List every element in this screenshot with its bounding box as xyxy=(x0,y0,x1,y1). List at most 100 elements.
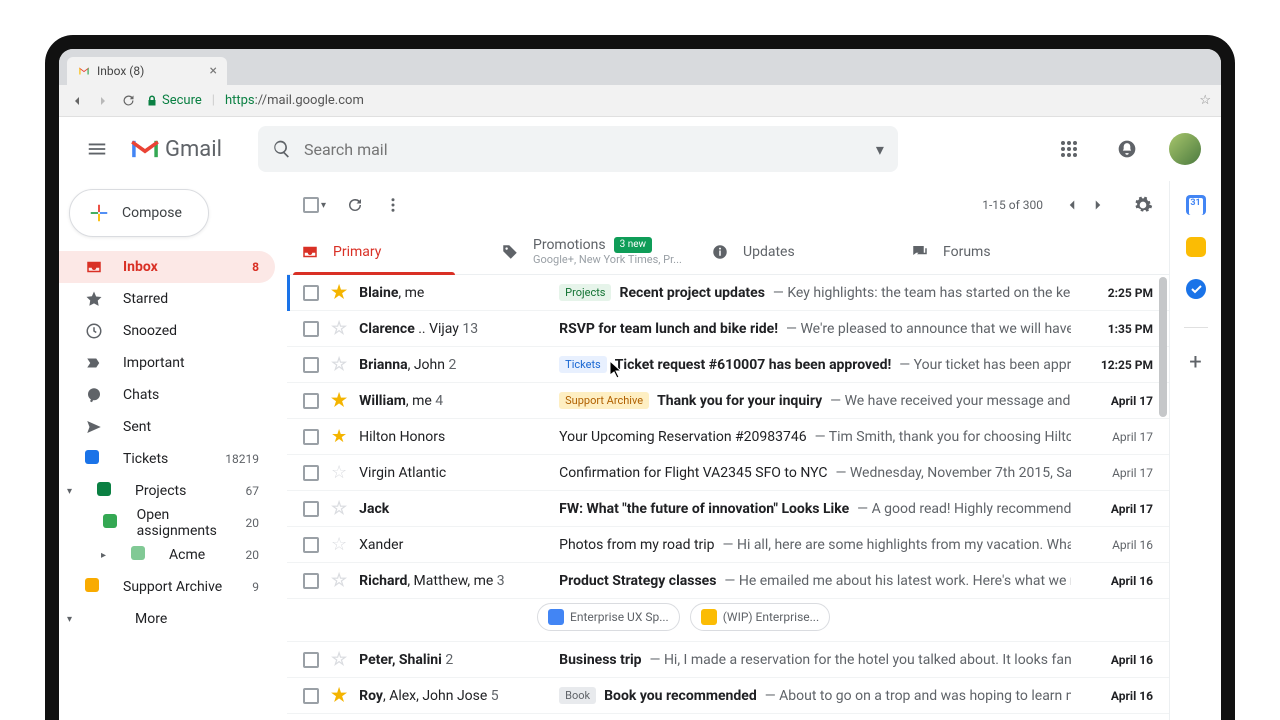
subject-cell: Business tripHi, I made a reservation fo… xyxy=(559,652,1071,668)
sidebar-item-tickets[interactable]: Tickets18219 xyxy=(59,443,275,475)
attachment-chip[interactable]: Enterprise UX Sp... xyxy=(537,603,680,631)
star-icon[interactable]: ☆ xyxy=(331,354,347,375)
settings-icon[interactable] xyxy=(1133,195,1153,215)
select-all-checkbox[interactable] xyxy=(303,197,319,213)
row-checkbox[interactable] xyxy=(303,573,319,589)
gmail-logo[interactable]: Gmail xyxy=(131,137,222,162)
tab-primary-label: Primary xyxy=(333,244,381,260)
star-icon[interactable]: ☆ xyxy=(331,534,347,555)
row-checkbox[interactable] xyxy=(303,501,319,517)
tab-updates-label: Updates xyxy=(743,244,795,260)
mail-row[interactable]: ☆ Peter, Shalini 2 Business tripHi, I made… xyxy=(287,642,1169,678)
mail-row[interactable]: ☆ Clarence .. Vijay 13 RSVP for team lunch… xyxy=(287,311,1169,347)
tasks-icon[interactable] xyxy=(1186,279,1206,299)
mail-row[interactable]: ★William, me 4Support ArchiveThank you f… xyxy=(287,383,1169,419)
mail-row[interactable]: ☆Brianna, John 2TicketsTicket request #6… xyxy=(287,347,1169,383)
sidebar-item-acme[interactable]: ▸Acme20 xyxy=(59,539,275,571)
prev-page-icon[interactable] xyxy=(1063,196,1081,214)
mail-row[interactable]: ☆XanderPhotos from my road tripHi all, h… xyxy=(287,527,1169,563)
timestamp: April 17 xyxy=(1083,394,1153,408)
sender: Clarence .. Vijay 13 xyxy=(359,321,547,337)
tab-forums[interactable]: Forums xyxy=(897,229,1097,274)
sidebar-item-inbox[interactable]: Inbox8 xyxy=(59,251,275,283)
tab-close-icon[interactable]: × xyxy=(210,63,217,79)
promotions-badge: 3 new xyxy=(614,237,652,253)
row-checkbox[interactable] xyxy=(303,537,319,553)
mail-row[interactable]: ☆JackFW: What "the future of innovation"… xyxy=(287,491,1169,527)
tab-updates[interactable]: Updates xyxy=(697,229,897,274)
scrollbar-thumb[interactable] xyxy=(1159,277,1167,417)
star-icon[interactable]: ☆ xyxy=(331,570,347,591)
refresh-icon[interactable] xyxy=(346,196,364,214)
sidebar-item-support-archive[interactable]: Support Archive9 xyxy=(59,571,275,603)
row-checkbox[interactable] xyxy=(303,357,319,373)
address-url[interactable]: https://mail.google.com xyxy=(225,93,364,108)
add-addon-icon[interactable]: + xyxy=(1189,350,1201,375)
apps-icon[interactable] xyxy=(1049,129,1089,169)
row-checkbox[interactable] xyxy=(303,321,319,337)
star-icon[interactable]: ☆ xyxy=(331,318,347,339)
browser-address-bar: Secure | https://mail.google.com ☆ xyxy=(59,85,1221,117)
calendar-icon[interactable]: 31 xyxy=(1186,195,1206,215)
row-checkbox[interactable] xyxy=(303,652,319,668)
notifications-icon[interactable] xyxy=(1107,129,1147,169)
row-checkbox[interactable] xyxy=(303,465,319,481)
inbox-icon xyxy=(301,243,319,261)
browser-tab[interactable]: Inbox (8) × xyxy=(67,57,227,85)
row-checkbox[interactable] xyxy=(303,429,319,445)
tag-icon xyxy=(501,243,519,261)
search-icon xyxy=(272,139,292,159)
star-icon[interactable]: ☆ xyxy=(331,649,347,670)
search-box[interactable]: ▾ xyxy=(258,126,898,172)
star-icon[interactable]: ★ xyxy=(331,390,347,411)
more-icon[interactable] xyxy=(384,196,402,214)
tab-promotions[interactable]: Promotions3 new Google+, New York Times,… xyxy=(487,229,697,274)
sender: Peter, Shalini 2 xyxy=(359,652,547,668)
sidebar-item-sent[interactable]: Sent xyxy=(59,411,275,443)
browser-tab-title: Inbox (8) xyxy=(97,64,144,78)
tab-primary[interactable]: Primary xyxy=(287,229,487,274)
sidebar-item-important[interactable]: Important xyxy=(59,347,275,379)
mail-row[interactable]: ★Roy, Alex, John Jose 5BookBook you reco… xyxy=(287,678,1169,714)
sidebar-item-open-assignments[interactable]: Open assignments20 xyxy=(59,507,275,539)
mail-row[interactable]: ★Hilton HonorsYour Upcoming Reservation … xyxy=(287,419,1169,455)
bookmark-star-icon[interactable]: ☆ xyxy=(1199,93,1211,108)
star-icon[interactable]: ★ xyxy=(331,685,347,706)
mail-row[interactable]: ☆Virgin AtlanticConfirmation for Flight … xyxy=(287,455,1169,491)
sidebar-item-snoozed[interactable]: Snoozed xyxy=(59,315,275,347)
forward-icon[interactable] xyxy=(95,93,111,109)
sender: Hilton Honors xyxy=(359,429,547,445)
reload-icon[interactable] xyxy=(121,93,136,108)
search-options-icon[interactable]: ▾ xyxy=(876,140,884,159)
back-icon[interactable] xyxy=(69,93,85,109)
mail-list[interactable]: ★Blaine, meProjectsRecent project update… xyxy=(287,275,1169,720)
tab-promotions-sub: Google+, New York Times, Pr... xyxy=(533,253,682,266)
star-icon[interactable]: ★ xyxy=(331,282,347,303)
sidebar-item-more[interactable]: ▾More xyxy=(59,603,275,635)
sidebar-item-chats[interactable]: Chats xyxy=(59,379,275,411)
star-icon[interactable]: ☆ xyxy=(331,498,347,519)
search-input[interactable] xyxy=(304,140,876,159)
chevron-down-icon[interactable]: ▾ xyxy=(321,200,326,211)
sidebar-item-projects[interactable]: ▾Projects67 xyxy=(59,475,275,507)
row-checkbox[interactable] xyxy=(303,285,319,301)
row-checkbox[interactable] xyxy=(303,688,319,704)
mail-row[interactable]: ★Blaine, meProjectsRecent project update… xyxy=(287,275,1169,311)
menu-icon[interactable] xyxy=(75,127,119,171)
star-icon[interactable]: ★ xyxy=(331,426,347,447)
row-checkbox[interactable] xyxy=(303,393,319,409)
timestamp: April 16 xyxy=(1083,689,1153,703)
subject-cell: ProjectsRecent project updatesKey highli… xyxy=(559,284,1071,301)
account-avatar[interactable] xyxy=(1165,129,1205,169)
sidebar-item-starred[interactable]: Starred xyxy=(59,283,275,315)
mail-row[interactable]: ☆Richard, Matthew, me 3Product Strategy … xyxy=(287,563,1169,599)
attachment-chip[interactable]: (WIP) Enterprise... xyxy=(690,603,830,631)
subject-cell: RSVP for team lunch and bike ride!We're … xyxy=(559,321,1071,337)
next-page-icon[interactable] xyxy=(1089,196,1107,214)
select-all[interactable]: ▾ xyxy=(303,197,326,213)
sender: Jack xyxy=(359,501,547,517)
keep-icon[interactable] xyxy=(1186,237,1206,257)
star-icon[interactable]: ☆ xyxy=(331,462,347,483)
compose-button[interactable]: Compose xyxy=(69,189,209,237)
timestamp: April 16 xyxy=(1083,653,1153,667)
